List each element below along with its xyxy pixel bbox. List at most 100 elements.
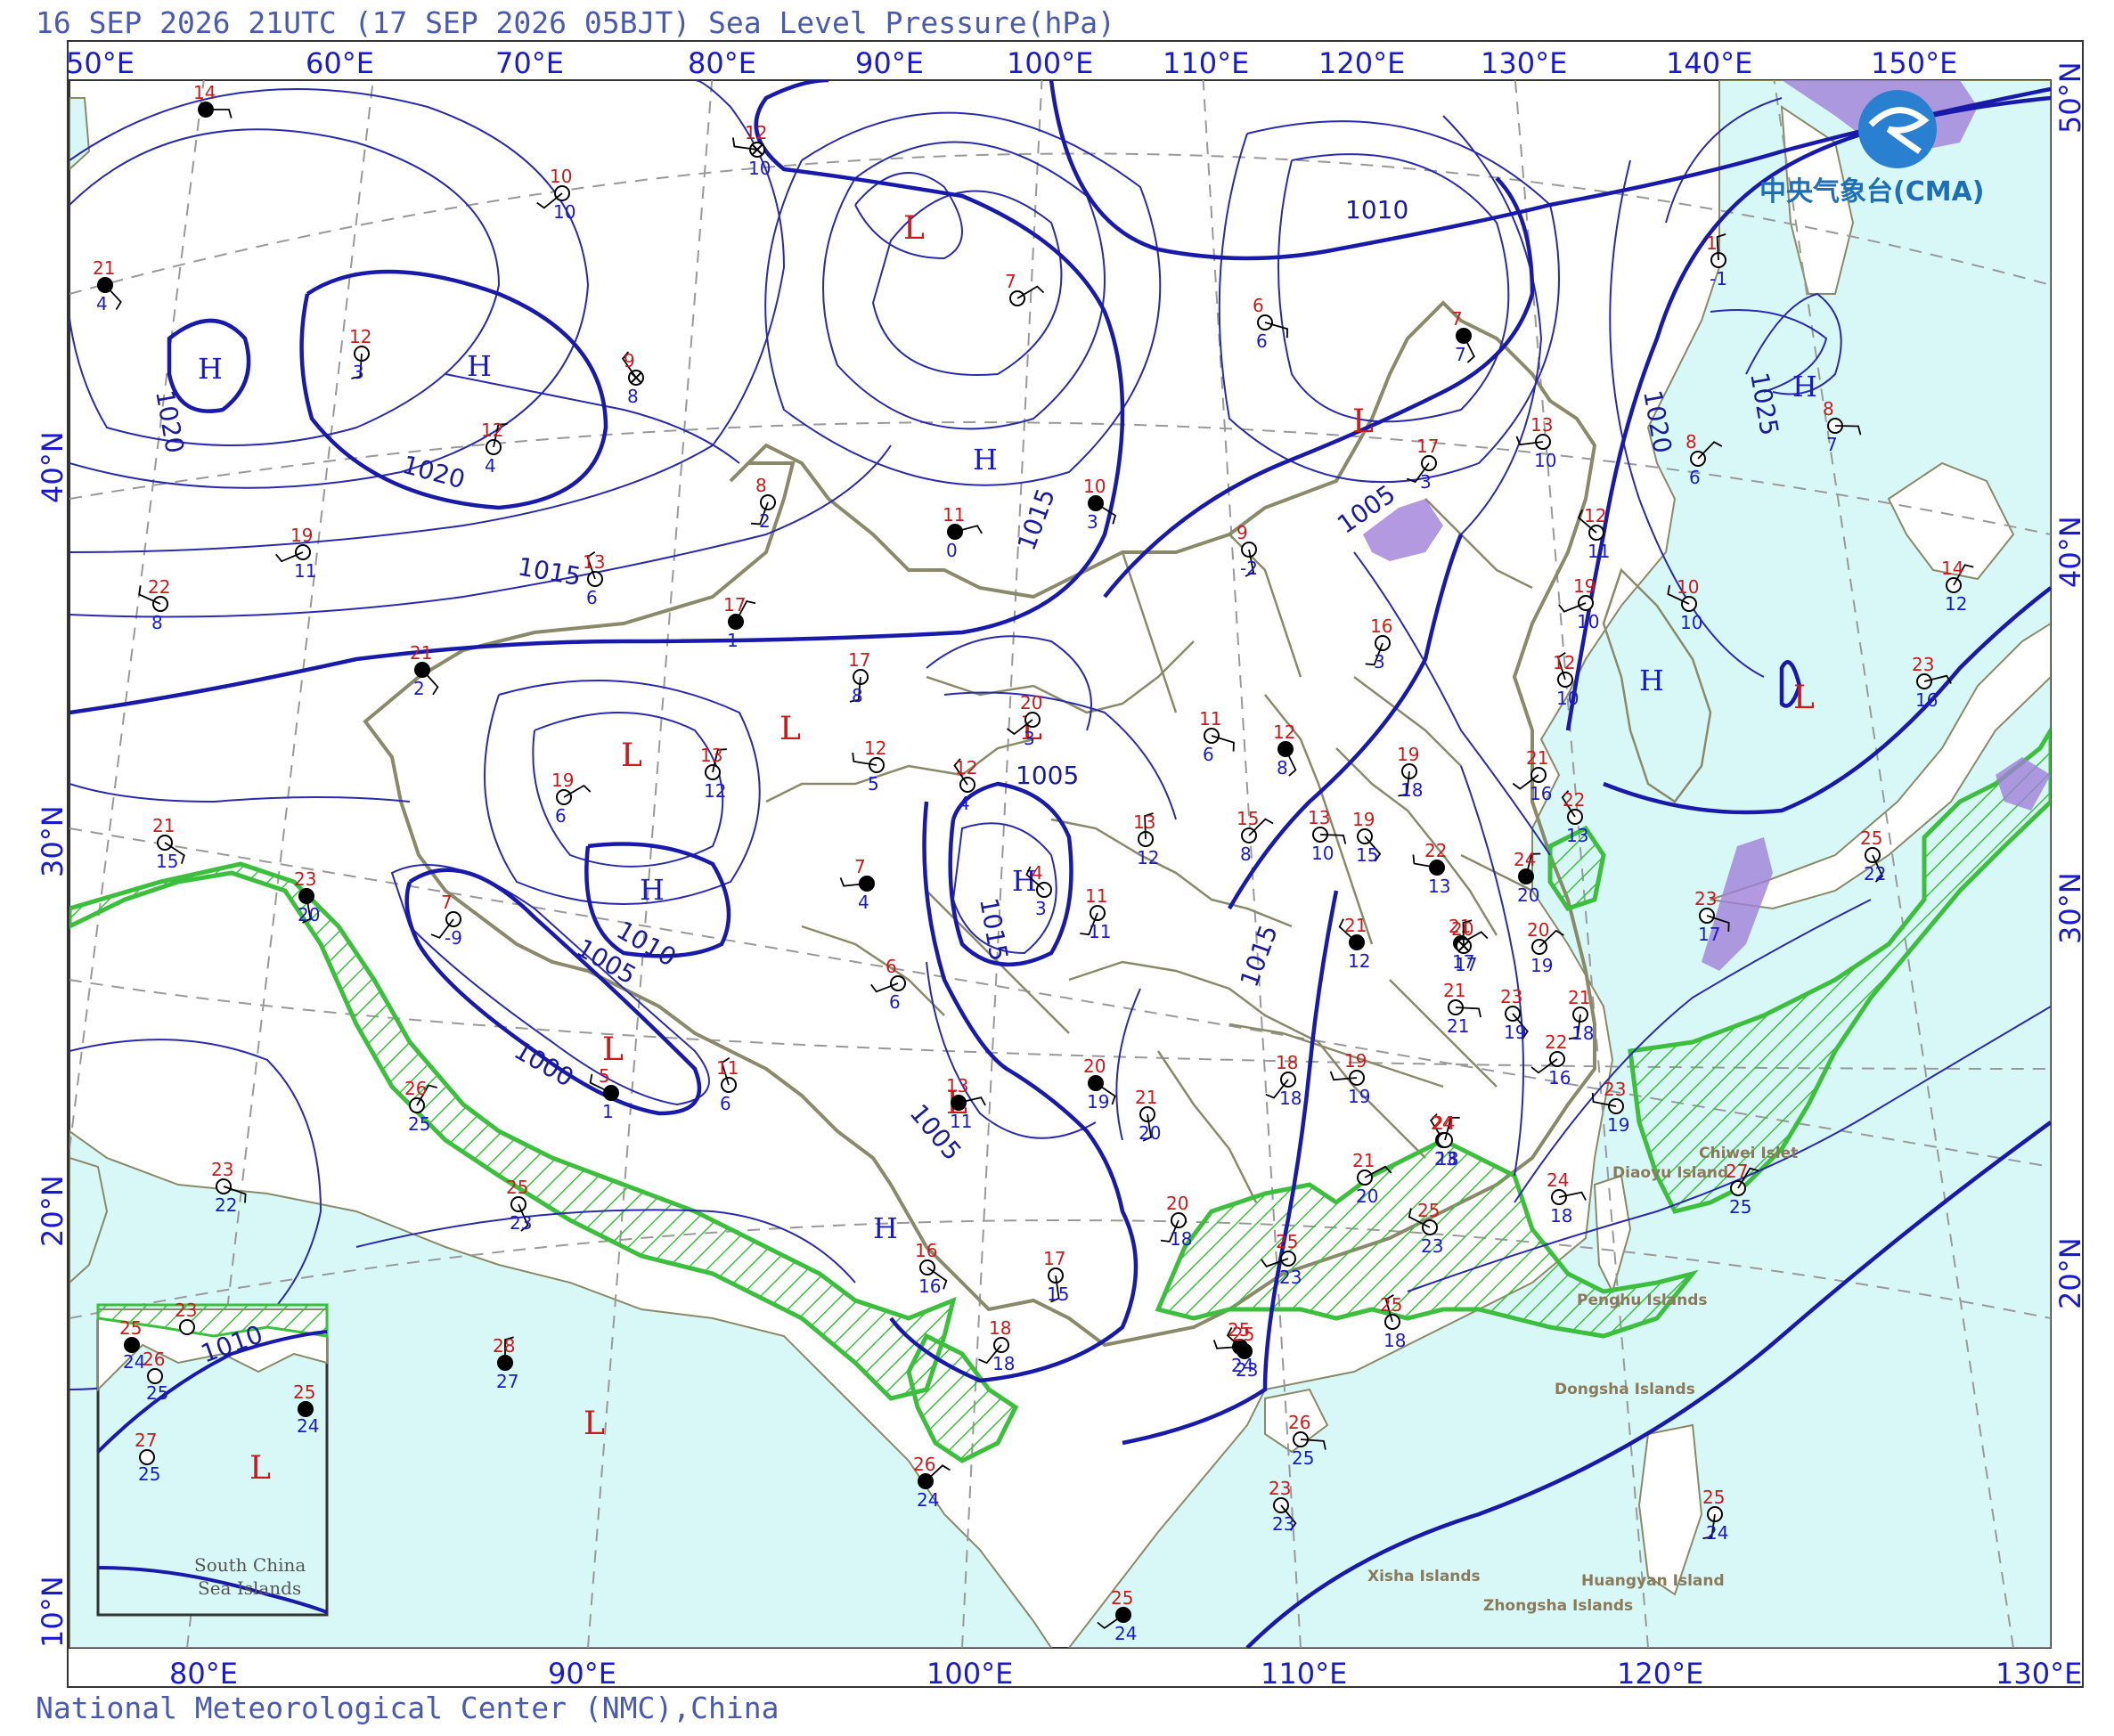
station-temperature: 25: [1111, 1587, 1133, 1609]
lon-label: 60°E: [306, 46, 374, 80]
inset-low-center: L: [249, 1450, 271, 1487]
station-temperature: 25: [293, 1381, 315, 1403]
station-dewpoint: 23: [1236, 1359, 1258, 1381]
station-temperature: 19: [551, 770, 574, 791]
low-center: L: [602, 1031, 624, 1068]
lon-label: 120°E: [1318, 46, 1405, 80]
station-dewpoint: 8: [627, 386, 639, 407]
station-temperature: 12: [349, 326, 371, 347]
lon-label: 130°E: [1481, 46, 1567, 80]
station-dewpoint: 18: [1383, 1330, 1406, 1351]
place-label: Chiwei Islet: [1699, 1145, 1798, 1162]
station-dewpoint: 25: [1729, 1196, 1751, 1218]
lat-label: 30°N: [36, 805, 69, 877]
station-temperature: 23: [1500, 986, 1522, 1007]
place-label: Zhongsha Islands: [1483, 1597, 1633, 1615]
station-dewpoint: 13: [1566, 825, 1588, 846]
station-dewpoint: -1: [1710, 268, 1727, 289]
station-temperature: 25: [1860, 827, 1882, 849]
station-dewpoint: 19: [1504, 1022, 1526, 1043]
station-temperature: 20: [1451, 918, 1473, 940]
station-temperature: 10: [1083, 476, 1106, 497]
station-temperature: 25: [506, 1177, 528, 1198]
station-temperature: 9: [1237, 522, 1248, 543]
bottom-longitude-labels: 80°E 90°E 100°E 110°E 120°E 130°E: [169, 1657, 2082, 1691]
station-dewpoint: 19: [1607, 1114, 1629, 1136]
station-dewpoint: 3: [1035, 898, 1047, 919]
station-temperature: 13: [1133, 811, 1155, 833]
station-dewpoint: 8: [1240, 844, 1252, 865]
station-dewpoint: 25: [138, 1463, 160, 1485]
station-temperature: 25: [1702, 1487, 1725, 1508]
station-temperature: 23: [175, 1300, 197, 1321]
station-dewpoint: 12: [1137, 847, 1159, 868]
station-temperature: 19: [1344, 1050, 1367, 1072]
station-temperature: 21: [410, 642, 432, 664]
map-footer: National Meteorological Center (NMC),Chi…: [36, 1691, 779, 1725]
station-dewpoint: 11: [1089, 921, 1111, 942]
station-dewpoint: 22: [215, 1194, 237, 1216]
lon-label: 150°E: [1871, 46, 1957, 80]
high-center: H: [973, 443, 998, 477]
station-temperature: 7: [854, 856, 866, 877]
station-temperature: 8: [755, 475, 767, 496]
station-temperature: 27: [1726, 1161, 1748, 1182]
station-dewpoint: 11: [1588, 541, 1610, 562]
station-temperature: 21: [93, 257, 115, 279]
station-dewpoint: 22: [1864, 863, 1886, 884]
station-dewpoint: 13: [1428, 876, 1450, 897]
station-temperature: 21: [1352, 1150, 1375, 1171]
station-dewpoint: 10: [1556, 688, 1579, 709]
station-temperature: 12: [955, 757, 977, 778]
station-temperature: 10: [1677, 576, 1699, 598]
station-marker: [179, 1319, 195, 1335]
station-temperature: 19: [1573, 575, 1596, 597]
station-temperature: 23: [1912, 654, 1934, 675]
station-dewpoint: 20: [298, 904, 320, 925]
station-temperature: 12: [1584, 505, 1606, 526]
station-dewpoint: 18: [1436, 1148, 1458, 1170]
station-temperature: 17: [1043, 1248, 1065, 1269]
station-dewpoint: 19: [1348, 1086, 1370, 1107]
station-dewpoint: 25: [408, 1113, 430, 1135]
station-dewpoint: 6: [555, 805, 567, 827]
station-dewpoint: 17: [1455, 954, 1477, 975]
station-temperature: 16: [1370, 615, 1392, 637]
station-temperature: 10: [550, 166, 572, 187]
high-center: H: [873, 1211, 898, 1245]
station-temperature: 13: [583, 551, 605, 573]
high-center: H: [640, 873, 665, 907]
station-dewpoint: 6: [720, 1093, 731, 1114]
station-temperature: 21: [1526, 747, 1548, 769]
lon-label: 140°E: [1666, 46, 1752, 80]
station-temperature: 14: [1941, 558, 1963, 579]
station-marker: [139, 1449, 155, 1465]
lon-label: 110°E: [1163, 46, 1249, 80]
station-dewpoint: 24: [1706, 1522, 1728, 1544]
station-temperature: 25: [1417, 1200, 1440, 1221]
station-dewpoint: 18: [1400, 779, 1423, 801]
top-longitude-labels: 50°E 60°E 70°E 80°E 90°E 100°E 110°E 120…: [66, 46, 1957, 80]
lon-label: 70°E: [495, 46, 564, 80]
station-temperature: 12: [745, 122, 767, 143]
station-temperature: 23: [294, 868, 316, 890]
station-marker: [124, 1337, 140, 1353]
lon-label: 130°E: [1996, 1657, 2082, 1691]
station-dewpoint: 3: [1024, 728, 1035, 749]
station-dewpoint: 3: [1087, 511, 1098, 533]
station-temperature: 6: [1253, 295, 1264, 316]
station-temperature: 21: [1443, 980, 1465, 1001]
station-marker: [147, 1368, 163, 1384]
station-dewpoint: 8: [852, 685, 863, 706]
station-temperature: 7: [1451, 308, 1463, 330]
station-temperature: 9: [624, 350, 635, 371]
station-dewpoint: 0: [946, 540, 958, 561]
lon-label: 110°E: [1261, 1657, 1347, 1691]
station-dewpoint: 16: [1530, 783, 1552, 804]
station-dewpoint: 23: [1421, 1235, 1443, 1257]
low-center: L: [1793, 680, 1815, 716]
station-dewpoint: 1: [727, 630, 739, 651]
station-dewpoint: 10: [1577, 611, 1599, 632]
station-temperature: 5: [599, 1065, 610, 1087]
station-dewpoint: 7: [1826, 434, 1838, 455]
